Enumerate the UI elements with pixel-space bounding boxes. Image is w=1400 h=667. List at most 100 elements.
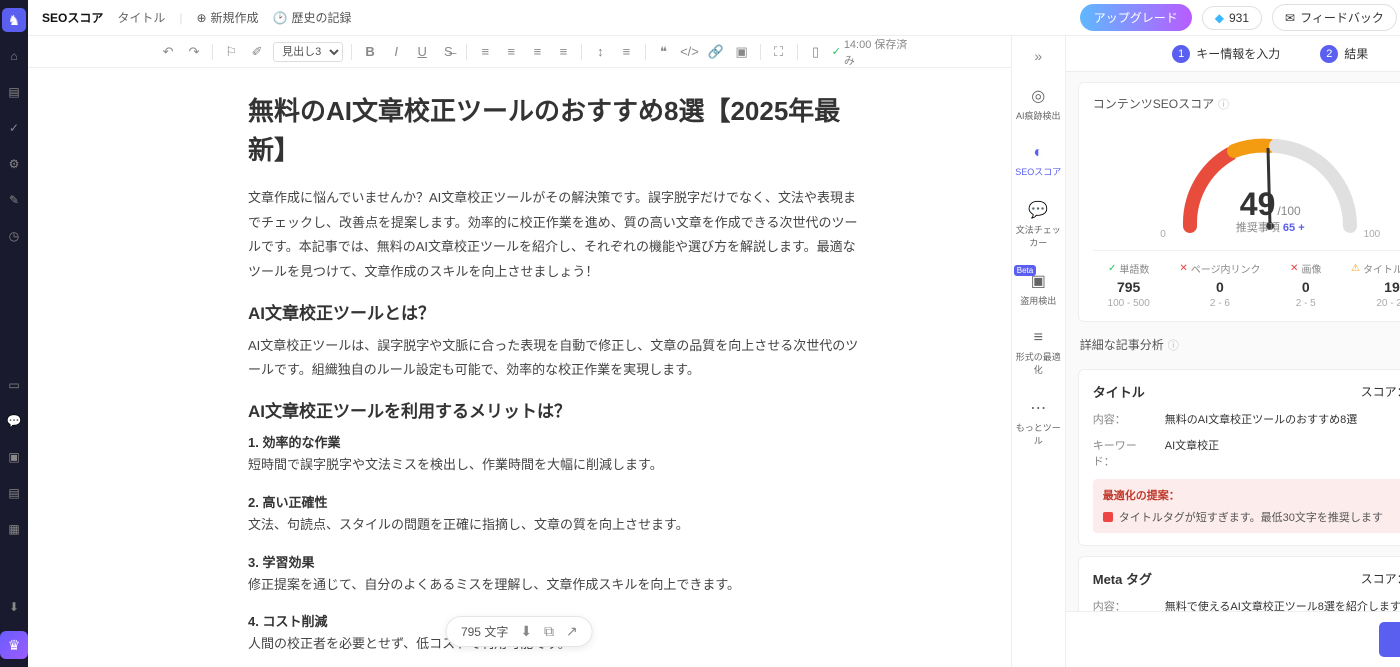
align-left-icon[interactable]: ≡: [475, 41, 495, 63]
pencil-icon[interactable]: ✎: [2, 188, 26, 212]
back-button[interactable]: 後退: [1379, 622, 1400, 657]
mid-format[interactable]: ≡形式の最適化: [1012, 325, 1065, 380]
mid-plagiarism[interactable]: Beta▣盗用検出: [1012, 267, 1065, 311]
chat-icon: 💬: [1028, 200, 1048, 220]
download-icon[interactable]: ⬇: [2, 595, 26, 619]
home-icon[interactable]: ⌂: [2, 44, 26, 68]
error-square-icon: [1103, 512, 1113, 522]
beta-badge: Beta: [1014, 265, 1036, 276]
tab-seo-score[interactable]: SEOスコア: [42, 9, 103, 26]
step-1[interactable]: 1キー情報を入力: [1172, 45, 1280, 63]
seo-score-value: 49: [1240, 186, 1276, 222]
strike-icon[interactable]: S̶: [438, 41, 458, 63]
stat-links: ✕ページ内リンク02 - 6: [1179, 261, 1260, 309]
gauge-icon: ◐: [1033, 144, 1043, 162]
info-icon[interactable]: ⓘ: [1218, 96, 1229, 112]
collapse-icon[interactable]: »: [1034, 48, 1042, 64]
seo-card-title: コンテンツSEOスコア: [1093, 95, 1214, 112]
meta-analysis-card: Meta タグ スコア：17/20▾ 内容：無料で使えるAI文章校正ツール8選を…: [1078, 556, 1400, 611]
code-icon[interactable]: </>: [679, 41, 699, 63]
heading-select[interactable]: 見出し3: [273, 42, 343, 62]
stat-words: ✓単語数795100 - 500: [1108, 261, 1150, 309]
seo-score-card: コンテンツSEOスコアⓘ 49/100 推奨事項: [1078, 82, 1400, 322]
list-ul-icon[interactable]: ≡: [553, 41, 573, 63]
image-icon[interactable]: ▣: [2, 445, 26, 469]
editor-body[interactable]: 無料のAI文章校正ツールのおすすめ8選【2025年最新】 文章作成に悩んでいませ…: [28, 68, 1011, 667]
article-p2[interactable]: AI文章校正ツールは、誤字脱字や文脈に合った表現を自動で修正し、文章の品質を向上…: [248, 334, 861, 383]
app-logo-icon[interactable]: ♞: [2, 8, 26, 32]
mid-grammar[interactable]: 💬文法チェッカー: [1012, 196, 1065, 253]
merit-2-title[interactable]: 2. 高い正確性: [248, 492, 861, 511]
new-button[interactable]: ⊕新規作成: [196, 9, 258, 26]
doc-icon[interactable]: ▤: [2, 80, 26, 104]
italic-icon[interactable]: I: [386, 41, 406, 63]
merit-3-body[interactable]: 修正提案を通じて、自分のよくあるミスを理解し、文章作成スキルを向上できます。: [248, 573, 861, 598]
fullscreen-icon[interactable]: ⛶: [769, 41, 789, 63]
indent-icon[interactable]: ≡: [616, 41, 636, 63]
article-h2-1[interactable]: AI文章校正ツールとは？: [248, 299, 861, 324]
article-intro[interactable]: 文章作成に悩んでいませんか？AI文章校正ツールがその解決策です。誤字脱字だけでな…: [248, 186, 861, 285]
plus-icon: ⊕: [196, 11, 206, 25]
step-2[interactable]: 2結果: [1320, 45, 1368, 63]
history-button[interactable]: 🕑歴史の記録: [273, 9, 352, 26]
diamond-icon: ◆: [1215, 11, 1224, 25]
points-pill[interactable]: ◆931: [1202, 6, 1262, 30]
download-icon[interactable]: ⬇: [520, 623, 532, 640]
ai-icon: ◎: [1031, 86, 1045, 106]
upgrade-button[interactable]: アップグレード: [1080, 4, 1192, 31]
merit-3-title[interactable]: 3. 学習効果: [248, 552, 861, 571]
tab-title[interactable]: タイトル: [117, 9, 165, 26]
steps: 1キー情報を入力 2結果: [1066, 36, 1400, 72]
calendar-icon[interactable]: ▦: [2, 517, 26, 541]
meta-section-head[interactable]: Meta タグ スコア：17/20▾: [1093, 569, 1400, 588]
merit-2-body[interactable]: 文法、句読点、スタイルの問題を正確に指摘し、文章の質を向上させます。: [248, 513, 861, 538]
title-analysis-card: タイトル スコア：75/90▾ 内容：無料のAI文章校正ツールのおすすめ8選 キ…: [1078, 369, 1400, 546]
list-ol-icon[interactable]: ≡: [527, 41, 547, 63]
format-icon: ≡: [1034, 329, 1043, 347]
redo-icon[interactable]: ↷: [184, 41, 204, 63]
book-icon[interactable]: ▭: [2, 373, 26, 397]
topbar: SEOスコア タイトル | ⊕新規作成 🕑歴史の記録 アップグレード ◆931 …: [28, 0, 1400, 36]
mid-seo-score[interactable]: ◐SEOスコア: [1012, 140, 1065, 182]
stat-images: ✕画像02 - 5: [1290, 261, 1321, 309]
dots-icon: ⋯: [1030, 398, 1046, 418]
gauge: 49/100 推奨事項 65 + 0100: [1093, 120, 1400, 242]
gear-icon[interactable]: ⚙: [2, 152, 26, 176]
float-bar: 795 文字 ⬇ ⧉ ↗: [446, 616, 593, 647]
article-h2-2[interactable]: AI文章校正ツールを利用するメリットは？: [248, 397, 861, 422]
word-count: 795 文字: [461, 623, 508, 640]
underline-icon[interactable]: U: [412, 41, 432, 63]
info-icon[interactable]: ⓘ: [1168, 337, 1179, 353]
chat-icon[interactable]: 💬: [2, 409, 26, 433]
flag-icon[interactable]: ⚐: [221, 41, 241, 63]
side-icon[interactable]: ▯: [806, 41, 826, 63]
align-center-icon[interactable]: ≡: [501, 41, 521, 63]
clock-icon: 🕑: [273, 11, 288, 25]
detail-title: 詳細な記事分析: [1080, 336, 1164, 353]
undo-icon[interactable]: ↶: [158, 41, 178, 63]
link-icon[interactable]: 🔗: [706, 41, 726, 63]
lineheight-icon[interactable]: ↕: [590, 41, 610, 63]
article-h1[interactable]: 無料のAI文章校正ツールのおすすめ8選【2025年最新】: [248, 92, 861, 170]
mid-more[interactable]: ⋯もっとツール: [1012, 394, 1065, 451]
merit-1-body[interactable]: 短時間で誤字脱字や文法ミスを検出し、作業時間を大幅に削減します。: [248, 453, 861, 478]
quote-icon[interactable]: ❝: [653, 41, 673, 63]
feedback-button[interactable]: ✉フィードバック: [1272, 4, 1397, 31]
mid-ai-detect[interactable]: ◎AI痕跡検出: [1012, 82, 1065, 126]
copy-icon[interactable]: ⧉: [544, 623, 554, 640]
crown-icon[interactable]: ♛: [0, 631, 28, 659]
title-suggestion: 最適化の提案： タイトルタグが短すぎます。最低30文字を推奨します: [1093, 479, 1400, 533]
check-icon[interactable]: ✓: [2, 116, 26, 140]
merit-1-title[interactable]: 1. 効率的な作業: [248, 432, 861, 451]
image-insert-icon[interactable]: ▣: [732, 41, 752, 63]
open-icon[interactable]: ↗: [566, 623, 578, 640]
list-icon[interactable]: ▤: [2, 481, 26, 505]
saved-status: ✓14:00 保存済み: [832, 36, 911, 68]
title-section-head[interactable]: タイトル スコア：75/90▾: [1093, 382, 1400, 401]
history-icon[interactable]: ◷: [2, 224, 26, 248]
mid-sidebar: » ◎AI痕跡検出 ◐SEOスコア 💬文法チェッカー Beta▣盗用検出 ≡形式…: [1011, 36, 1065, 667]
stat-title-len: ⚠タイトルの長さ1920 - 26: [1351, 261, 1400, 309]
bold-icon[interactable]: B: [360, 41, 380, 63]
brush-icon[interactable]: ✐: [247, 41, 267, 63]
left-sidebar: ♞ ⌂ ▤ ✓ ⚙ ✎ ◷ ▭ 💬 ▣ ▤ ▦ ⬇ ♛: [0, 0, 28, 667]
